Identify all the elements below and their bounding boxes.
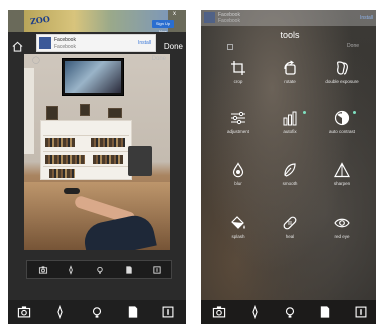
- tool-red-eye[interactable]: red eye: [317, 215, 367, 255]
- camera-icon[interactable]: [212, 305, 226, 319]
- fb-ad-title: Facebook: [54, 37, 76, 43]
- bookshelf: [40, 120, 132, 180]
- facebook-ad-card[interactable]: Facebook Facebook Install: [36, 34, 156, 52]
- brush-icon[interactable]: [248, 305, 262, 319]
- drop-icon: [232, 162, 244, 178]
- picture-frame: [46, 106, 58, 120]
- bottom-toolbar: [201, 300, 376, 324]
- tool-label: blur: [234, 181, 242, 186]
- bulb-icon[interactable]: [283, 305, 297, 319]
- bulb-icon[interactable]: [90, 305, 104, 319]
- compare-icon[interactable]: [227, 44, 233, 50]
- done-button[interactable]: Done: [164, 42, 183, 51]
- double-exposure-icon: [337, 61, 348, 75]
- side-object: [128, 146, 152, 176]
- document-icon[interactable]: [318, 305, 332, 319]
- new-badge-dot: [353, 111, 356, 114]
- home-icon[interactable]: [12, 41, 23, 52]
- auto-contrast-icon: [334, 110, 350, 126]
- tool-auto-contrast[interactable]: auto contrast: [317, 110, 367, 150]
- compare-icon[interactable]: ◯: [32, 56, 40, 64]
- shoes: [64, 188, 80, 194]
- tool-label: sharpen: [333, 181, 351, 186]
- window-light: [24, 68, 34, 154]
- eye-icon: [334, 218, 350, 228]
- document-icon[interactable]: [126, 305, 140, 319]
- tool-label: auto contrast: [328, 129, 355, 134]
- brush-icon[interactable]: [67, 265, 76, 274]
- tools-screen: Facebook Facebook Install tools Done cro…: [201, 10, 376, 324]
- tool-label: splash: [231, 234, 245, 239]
- facebook-icon: [39, 37, 51, 49]
- tool-crop[interactable]: crop: [213, 60, 263, 100]
- bulb-icon[interactable]: [96, 265, 105, 274]
- tool-label: autofix: [283, 129, 297, 134]
- brush-icon[interactable]: [53, 305, 67, 319]
- tool-label: crop: [233, 79, 243, 84]
- rotate-icon: [284, 60, 296, 75]
- camera-icon[interactable]: [17, 305, 31, 319]
- picture-frame: [80, 104, 90, 116]
- tools-title: tools: [280, 30, 300, 40]
- mini-toolbar: [26, 260, 172, 279]
- tool-smooth[interactable]: smooth: [265, 162, 315, 202]
- tool-label: red eye: [334, 234, 350, 239]
- frame-icon[interactable]: [161, 305, 175, 319]
- tool-double-exposure[interactable]: double exposure: [317, 60, 367, 100]
- ad-close-icon[interactable]: x: [173, 11, 176, 17]
- triangle-icon: [334, 162, 350, 178]
- ad-banner[interactable]: ZOO x Sign Up Now: [8, 10, 186, 32]
- tool-heal[interactable]: heal: [265, 215, 315, 255]
- paint-bucket-icon: [231, 216, 245, 229]
- sliders-icon: [231, 111, 245, 125]
- fb-ad-subtitle: Facebook: [54, 44, 76, 50]
- tool-label: rotate: [284, 79, 296, 84]
- facebook-ad-card[interactable]: Facebook Facebook Install: [201, 10, 376, 26]
- bandage-icon: [283, 216, 297, 230]
- tool-blur[interactable]: blur: [213, 162, 263, 202]
- facebook-icon: [204, 12, 215, 23]
- tool-rotate[interactable]: rotate: [265, 60, 315, 100]
- tool-autofix[interactable]: autofix: [265, 110, 315, 150]
- frame-icon[interactable]: [354, 305, 368, 319]
- editor-screen: ZOO x Sign Up Now Facebook Facebook Inst…: [8, 10, 186, 324]
- ad-cta-button[interactable]: Sign Up Now: [152, 20, 174, 32]
- tool-label: heal: [285, 234, 295, 239]
- tool-label: smooth: [282, 181, 298, 186]
- tool-label: adjustment: [226, 129, 249, 134]
- autofix-icon: [283, 111, 297, 126]
- fb-install-button[interactable]: Install: [138, 40, 151, 46]
- tool-adjustment[interactable]: adjustment: [213, 110, 263, 150]
- editor-done-button[interactable]: Done: [152, 56, 166, 62]
- done-button[interactable]: Done: [347, 43, 359, 49]
- fb-ad-subtitle: Facebook: [218, 18, 240, 24]
- crop-icon: [231, 61, 245, 75]
- photo-canvas[interactable]: [24, 54, 170, 250]
- new-badge-dot: [303, 111, 306, 114]
- bottom-toolbar: [8, 300, 186, 324]
- picture-frame: [108, 108, 122, 118]
- feather-icon: [284, 163, 296, 177]
- camera-icon[interactable]: [38, 265, 48, 274]
- fb-install-button[interactable]: Install: [360, 15, 373, 21]
- tool-label: double exposure: [325, 79, 359, 84]
- top-bar: Facebook Facebook Install Done: [8, 32, 186, 54]
- tool-sharpen[interactable]: sharpen: [317, 162, 367, 202]
- frame-icon[interactable]: [153, 265, 162, 274]
- document-icon[interactable]: [125, 265, 134, 274]
- editor-overlay-bar: ◯ Done: [8, 54, 186, 66]
- tool-splash[interactable]: splash: [213, 215, 263, 255]
